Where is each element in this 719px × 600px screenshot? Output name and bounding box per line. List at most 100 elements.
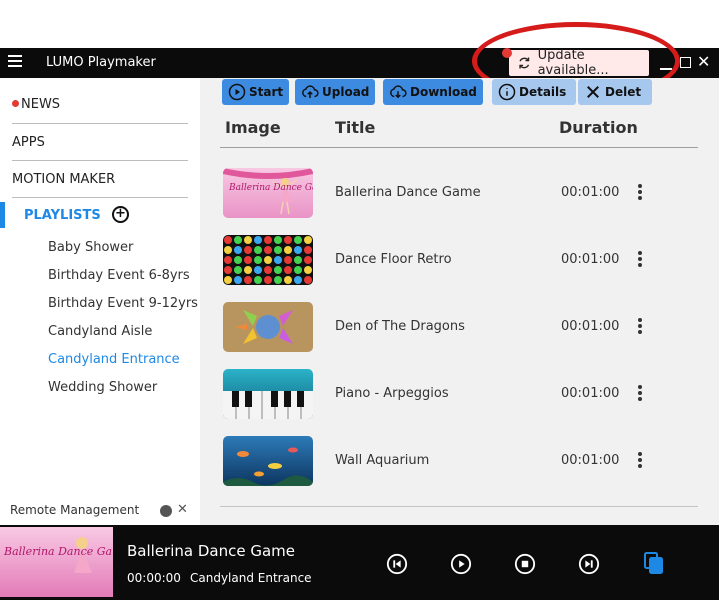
toggle-off-icon: ✕ <box>177 502 188 517</box>
footer-divider <box>220 506 698 507</box>
decor-dot <box>304 256 312 264</box>
row-title: Piano - Arpeggios <box>335 386 449 401</box>
active-indicator <box>0 202 5 228</box>
maximize-icon[interactable] <box>680 57 691 68</box>
minimize-icon[interactable] <box>660 58 672 70</box>
cloud-download-icon <box>390 85 407 99</box>
previous-button[interactable] <box>386 553 408 575</box>
decor-dot <box>254 246 262 254</box>
decor-dot <box>264 276 272 284</box>
playlists-label: PLAYLISTS <box>24 208 101 223</box>
start-button[interactable]: Start <box>222 79 290 105</box>
decor-dot <box>304 246 312 254</box>
decor-dot <box>284 256 292 264</box>
stop-button[interactable] <box>514 553 536 575</box>
row-duration: 00:01:00 <box>561 252 620 267</box>
thumbnail-piano <box>223 369 313 419</box>
decor-dot <box>254 236 262 244</box>
decor-dot <box>254 256 262 264</box>
hamburger-menu-icon[interactable] <box>8 55 22 69</box>
decor-dot <box>294 266 302 274</box>
notification-dot <box>502 48 512 58</box>
table-row[interactable]: Piano - Arpeggios 00:01:00 <box>220 369 698 425</box>
remote-management-label: Remote Management <box>10 503 140 517</box>
decor-dot <box>294 276 302 284</box>
delete-label: Delet <box>605 85 642 99</box>
decor-dot <box>234 256 242 264</box>
thumbnail-aquarium <box>223 436 313 486</box>
decor-dot <box>274 256 282 264</box>
play-button[interactable] <box>450 553 472 575</box>
more-options-icon[interactable] <box>637 385 643 405</box>
row-title: Wall Aquarium <box>335 453 430 468</box>
update-available-button[interactable]: Update available... <box>502 48 649 78</box>
sidebar-item-playlists[interactable]: PLAYLISTS + <box>0 200 200 230</box>
upload-button[interactable]: Upload <box>295 79 376 105</box>
close-icon[interactable]: ✕ <box>697 52 710 71</box>
decor-dot <box>274 266 282 274</box>
more-options-icon[interactable] <box>637 318 643 338</box>
decor-dot <box>274 276 282 284</box>
details-button[interactable]: Details <box>492 79 576 105</box>
main-panel: Start Upload Download Details Delet Imag… <box>200 78 719 525</box>
decor-dot <box>234 266 242 274</box>
decor-dot <box>234 236 242 244</box>
add-playlist-icon[interactable]: + <box>112 206 129 223</box>
sidebar-divider <box>12 123 188 124</box>
table-row[interactable]: Wall Aquarium 00:01:00 <box>220 436 698 492</box>
decor-dot <box>284 246 292 254</box>
table-row[interactable]: Ballerina Dance Game Ballerina Dance Gam… <box>220 168 698 224</box>
more-options-icon[interactable] <box>637 251 643 271</box>
download-label: Download <box>410 85 477 99</box>
decor-dot <box>264 236 272 244</box>
table-row[interactable]: Dance Floor Retro 00:01:00 <box>220 235 698 291</box>
thumbnail-dance-floor <box>223 235 313 285</box>
playlist-item-baby-shower[interactable]: Baby Shower <box>48 240 133 255</box>
table-row[interactable]: Den of The Dragons 00:01:00 <box>220 302 698 358</box>
sidebar-item-apps[interactable]: APPS <box>12 135 188 150</box>
decor-dot <box>224 256 232 264</box>
decor-dot <box>224 276 232 284</box>
more-options-icon[interactable] <box>637 184 643 204</box>
playlist-item-candyland-entrance[interactable]: Candyland Entrance <box>48 352 180 367</box>
row-title: Den of The Dragons <box>335 319 465 334</box>
details-label: Details <box>519 85 567 99</box>
sidebar-item-news[interactable]: NEWS <box>12 97 188 112</box>
download-button[interactable]: Download <box>383 79 483 105</box>
more-options-icon[interactable] <box>637 452 643 472</box>
now-playing-playlist: Candyland Entrance <box>190 571 312 585</box>
skip-next-icon <box>578 553 600 575</box>
sidebar: NEWS APPS MOTION MAKER PLAYLISTS + Baby … <box>0 78 200 525</box>
copy-icon <box>644 552 663 574</box>
playlist-item-wedding-shower[interactable]: Wedding Shower <box>48 380 157 395</box>
delete-button[interactable]: Delet <box>578 79 652 105</box>
playlist-item-birthday-9-12[interactable]: Birthday Event 9-12yrs <box>48 296 198 311</box>
cloud-upload-icon <box>302 85 319 98</box>
decor-dot <box>304 236 312 244</box>
sidebar-item-motion-maker[interactable]: MOTION MAKER <box>12 172 188 187</box>
play-icon <box>450 553 472 575</box>
copy-button[interactable] <box>642 551 666 575</box>
remote-management-toggle[interactable]: ✕ <box>160 502 192 519</box>
info-icon <box>498 83 516 101</box>
upload-label: Upload <box>322 85 370 99</box>
decor-dot <box>284 266 292 274</box>
playlist-item-candyland-aisle[interactable]: Candyland Aisle <box>48 324 152 339</box>
decor-dot <box>274 246 282 254</box>
header-divider <box>220 147 698 148</box>
column-header-image[interactable]: Image <box>225 118 281 137</box>
row-duration: 00:01:00 <box>561 185 620 200</box>
decor-dot <box>244 236 252 244</box>
column-header-title[interactable]: Title <box>335 118 375 137</box>
decor-dot <box>244 246 252 254</box>
row-duration: 00:01:00 <box>561 453 620 468</box>
update-label: Update available... <box>537 48 609 78</box>
row-duration: 00:01:00 <box>561 386 620 401</box>
column-header-duration[interactable]: Duration <box>559 118 638 137</box>
sidebar-item-label: NEWS <box>21 97 61 112</box>
stop-icon <box>514 553 536 575</box>
decor-dot <box>244 276 252 284</box>
playlist-item-birthday-6-8[interactable]: Birthday Event 6-8yrs <box>48 268 190 283</box>
next-button[interactable] <box>578 553 600 575</box>
decor-dot <box>294 236 302 244</box>
